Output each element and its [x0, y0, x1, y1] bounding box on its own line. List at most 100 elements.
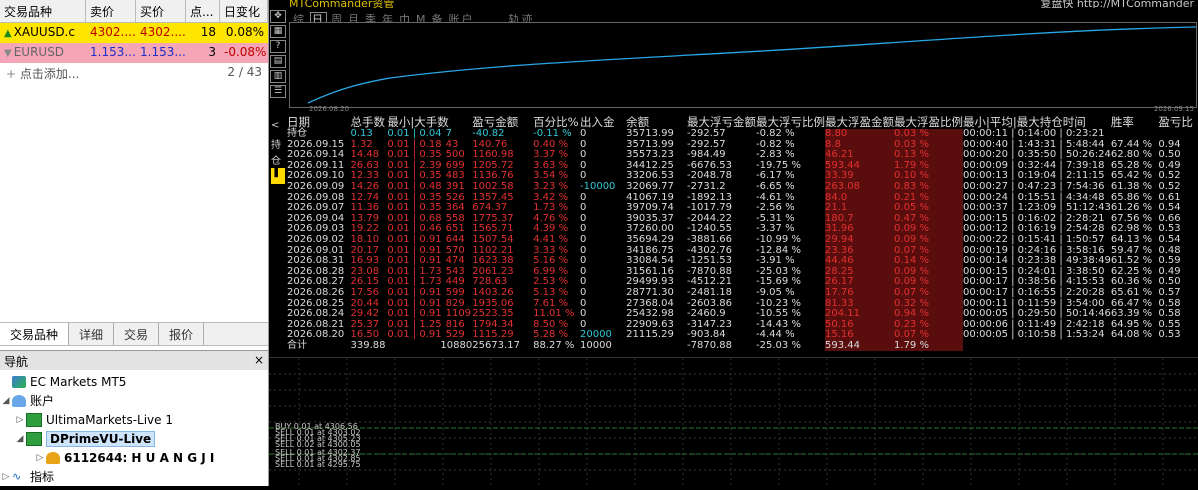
symbol-name: EURUSD	[13, 45, 65, 59]
chevron-right-icon[interactable]: ▷	[34, 453, 46, 463]
trade-count: 449	[445, 276, 465, 288]
minmax-value: 0.01 | 0.35	[387, 202, 442, 214]
tree-root[interactable]: EC Markets MT5	[0, 372, 268, 391]
side-tab-arrow[interactable]: <	[271, 120, 285, 136]
side-tab-position[interactable]: 仓	[271, 152, 285, 168]
cell-profit-factor	[1158, 129, 1198, 140]
cell-max-float-loss: -2481.18	[687, 286, 732, 298]
tree-account[interactable]: ▷ 6112644: H U A N G J I	[0, 448, 268, 467]
cell-max-float-profit-pct: 0.07 %	[894, 287, 964, 299]
tab-ticks[interactable]: 报价	[159, 323, 205, 345]
mt5-icon	[12, 375, 26, 388]
trade-count: 474	[445, 255, 465, 267]
indicator-grid	[269, 358, 1198, 486]
header-max-float-loss-pct: 最大浮亏比例	[756, 114, 826, 129]
header-pct: 百分比%	[533, 114, 579, 129]
col-change[interactable]: 日变化	[220, 0, 268, 22]
equity-chart	[289, 22, 1197, 108]
minmax-value: 0.01 | 0.04	[387, 128, 442, 139]
tab-symbols[interactable]: 交易品种	[0, 323, 70, 345]
add-symbol-row[interactable]: + 点击添加... 2 / 43	[0, 63, 268, 87]
chevron-right-icon[interactable]: ▷	[14, 415, 26, 425]
total-max-float-loss: -7870.88	[687, 339, 732, 351]
col-points[interactable]: 点...	[186, 0, 220, 22]
cell-balance: 32069.77	[626, 180, 674, 192]
minmax-value: 0.01 | 1.73	[387, 265, 442, 277]
cell-date: 持仓	[287, 128, 307, 139]
move-icon[interactable]: ✥	[270, 10, 286, 23]
cell-win-rate: 64.08 %	[1110, 329, 1153, 341]
cell-deposit: 0	[580, 223, 587, 235]
close-icon[interactable]: ×	[254, 353, 264, 368]
minmax-value: 0.01 | 0.91	[387, 308, 442, 320]
cell-deposit: 0	[580, 297, 587, 309]
chevron-down-icon[interactable]: ◢	[0, 396, 12, 406]
minmax-value: 0.01 | 0.35	[387, 191, 442, 203]
cell-deposit: 0	[580, 255, 587, 267]
cell-win-rate	[1111, 129, 1158, 140]
tree-indicators[interactable]: ▷ ∿ 指标	[0, 467, 268, 486]
cell-pct: -0.11 %	[533, 128, 572, 139]
market-watch-tabs: 交易品种 详细 交易 报价	[0, 322, 268, 346]
cell-hold-time: 00:00:22 | 0:15:41 | 1:50:57	[963, 233, 1105, 245]
cell-hold-time: 00:00:11 | 0:14:00 | 0:23:21	[963, 128, 1105, 139]
tree-server-ultima[interactable]: ▷ UltimaMarkets-Live 1	[0, 410, 268, 429]
tree-accounts[interactable]: ◢ 账户	[0, 391, 268, 410]
minmax-value: 0.01 | 0.35	[387, 170, 442, 182]
list-icon[interactable]: ☰	[270, 85, 286, 98]
table-header: 日期 总手数 最小|大手数 盈亏金额 百分比% 出入金 余额 最大浮亏金额 最大…	[287, 115, 1198, 129]
cell-lots: 0.13	[350, 128, 373, 139]
daily-change: 0.08%	[225, 25, 264, 39]
cell-lots: 18.10	[350, 233, 380, 245]
cell-max-float-profit-pct: 0.03 %	[894, 128, 964, 140]
side-tab-marker[interactable]: ▌	[271, 168, 285, 184]
header-win-rate: 胜率	[1110, 114, 1134, 129]
minmax-value: 0.01 | 0.48	[387, 180, 442, 192]
tab-details[interactable]: 详细	[69, 323, 115, 345]
cell-deposit: 0	[580, 244, 587, 256]
cell-profit-factor: 0.53	[1158, 329, 1181, 341]
window-title-bar: MTCommander资管 复盘快 http://MTCommander	[269, 0, 1198, 8]
cell-hold-time: 00:00:27 | 0:47:23 | 7:54:36	[963, 180, 1105, 192]
col-bid[interactable]: 卖价	[86, 0, 136, 22]
cell-max-float-loss-pct: -10.99 %	[756, 233, 801, 245]
cell-max-float-profit: 8.80	[825, 128, 895, 140]
tab-trading[interactable]: 交易	[114, 323, 160, 345]
minmax-value: 0.01 | 0.91	[387, 233, 442, 245]
cell-deposit: 0	[580, 128, 587, 139]
side-tab-hold[interactable]: 持	[271, 136, 285, 152]
minmax-value: 0.01 | 1.25	[387, 318, 442, 330]
symbol-row-eurusd[interactable]: ▼ EURUSD 1.153... 1.153... 3 -0.08%	[0, 43, 268, 63]
cell-date: 2026.09.09	[287, 180, 345, 192]
minmax-value: 0.01 | 0.91	[387, 286, 442, 298]
total-label: 合计	[287, 339, 307, 351]
table-icon[interactable]: ▥	[270, 70, 286, 83]
plus-icon: +	[6, 67, 20, 81]
symbol-count: 2 / 43	[227, 65, 262, 79]
header-date: 日期	[287, 114, 310, 129]
grid-icon[interactable]: ▦	[270, 25, 286, 38]
table-row[interactable]: 2026.08.20 16.50 0.01 | 0.91 529 1115.29 5.28…	[287, 329, 1198, 341]
chevron-down-icon[interactable]: ◢	[14, 434, 26, 444]
cell-win-rate: 65.61 %	[1110, 286, 1153, 298]
tree-server-dprime[interactable]: ◢ DPrimeVU-Live	[0, 429, 268, 448]
symbol-row-xauusd[interactable]: ▲ XAUUSD.c 4302.... 4302.... 18 0.08%	[0, 23, 268, 43]
chevron-right-icon[interactable]: ▷	[0, 472, 12, 482]
total-lots: 339.88	[350, 339, 386, 351]
navigator-title-bar: 导航 ×	[0, 350, 268, 370]
cell-profit-factor: 0.57	[1158, 286, 1181, 298]
total-max-float-profit: 593.44	[825, 340, 895, 352]
minmax-value: 0.01 | 0.18	[387, 138, 442, 150]
toolstrip: ✥ ▦ ? ▤ ▥ ☰	[269, 8, 287, 108]
cell-pnl: -40.82	[472, 128, 505, 139]
server-label: UltimaMarkets-Live 1	[46, 412, 173, 427]
help-icon[interactable]: ?	[270, 40, 286, 53]
trade-count: 7	[445, 128, 452, 139]
image-icon[interactable]: ▤	[270, 55, 286, 68]
server-icon	[26, 431, 42, 446]
cell-max-float-loss-pct: -0.82 %	[756, 128, 795, 139]
col-ask[interactable]: 买价	[136, 0, 186, 22]
col-symbol[interactable]: 交易品种	[0, 0, 86, 22]
cell-deposit: 0	[580, 149, 587, 161]
trade-count: 829	[445, 297, 465, 309]
